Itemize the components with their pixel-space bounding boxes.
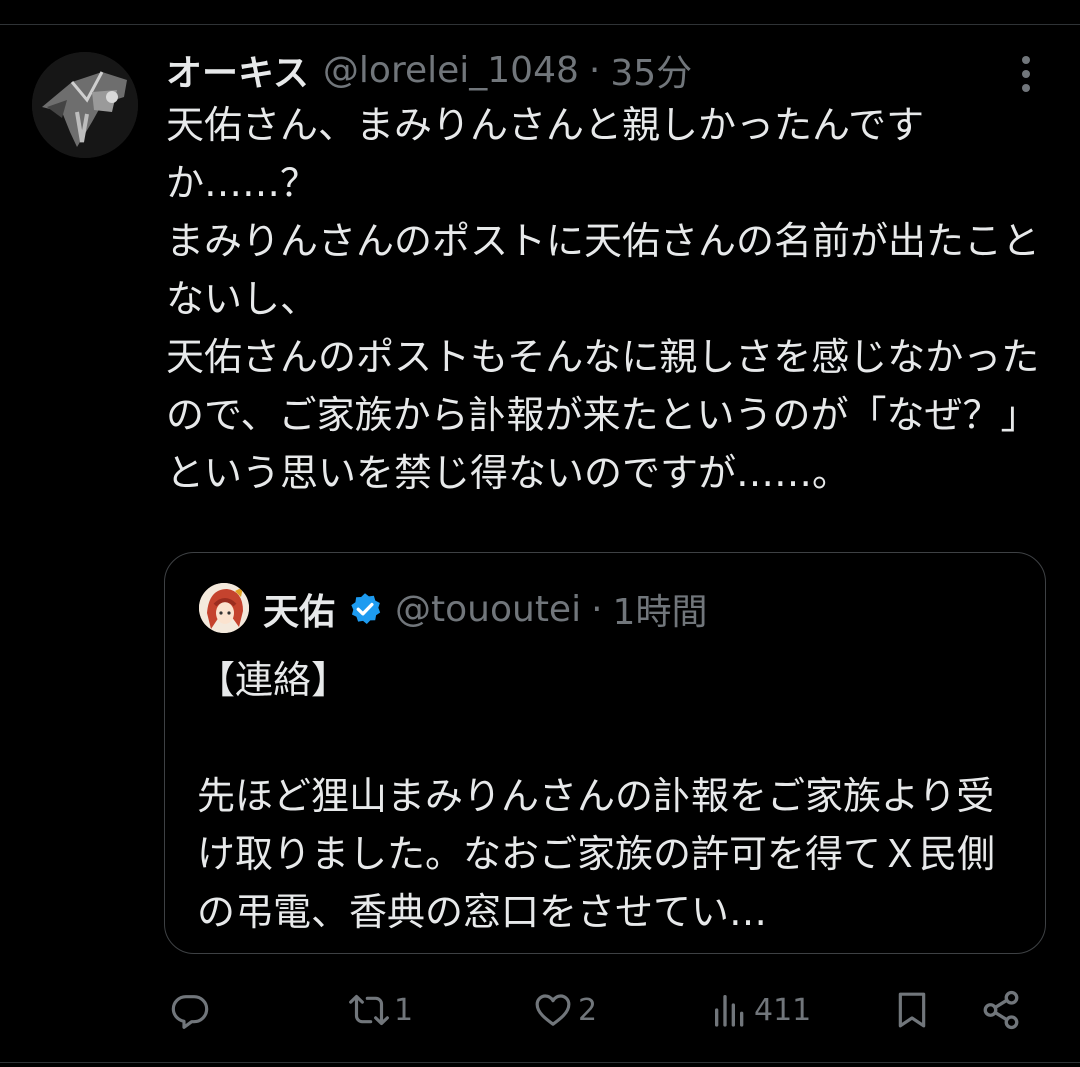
action-bar: 1 2 411 [166,984,1046,1036]
retweet-icon [348,990,390,1030]
quoted-tweet-time[interactable]: 1時間 [613,583,708,635]
like-button[interactable]: 2 [532,984,597,1036]
quoted-author-name[interactable]: 天佑 [263,583,335,635]
reply-icon [170,990,210,1030]
avatar-image [32,52,138,158]
retweet-button[interactable]: 1 [348,984,413,1036]
bookmark-button[interactable] [892,984,932,1036]
views-icon [710,990,750,1030]
bottom-divider [0,1062,1080,1063]
bookmark-icon [892,990,932,1030]
like-count: 2 [578,992,598,1028]
heart-icon [532,990,574,1030]
author-handle[interactable]: @lorelei_1048 [323,50,579,91]
share-button[interactable] [980,984,1022,1036]
quoted-tweet-header: 天佑 @tououtei · 1時間 [263,581,707,637]
views-button[interactable]: 411 [710,984,811,1036]
verified-icon [347,591,383,627]
retweet-count: 1 [394,992,414,1028]
quoted-tweet-card[interactable]: 天佑 @tououtei · 1時間 【連絡】 先ほど狸山まみりんさんの訃報をご… [164,552,1046,954]
more-icon[interactable] [1010,52,1042,96]
quoted-author-handle[interactable]: @tououtei [395,589,581,630]
quoted-tweet-text: 【連絡】 先ほど狸山まみりんさんの訃報をご家族より受け取りました。なおご家族の許… [197,658,996,934]
author-name[interactable]: オーキス [166,44,309,96]
quoted-avatar-image [199,583,249,633]
author-avatar[interactable] [32,52,138,158]
tweet-time[interactable]: 35分 [610,44,692,96]
tweet-header: オーキス @lorelei_1048 · 35分 [166,44,692,96]
top-divider [0,24,1080,25]
views-count: 411 [754,992,812,1028]
separator-dot: · [588,49,601,91]
tweet-text: 天佑さん、まみりんさんと親しかったんですか……？ まみりんさんのポストに天佑さん… [166,103,1041,495]
share-icon [980,989,1022,1031]
reply-button[interactable] [170,984,214,1036]
quoted-author-avatar[interactable] [199,583,249,633]
quoted-separator-dot: · [591,588,603,630]
